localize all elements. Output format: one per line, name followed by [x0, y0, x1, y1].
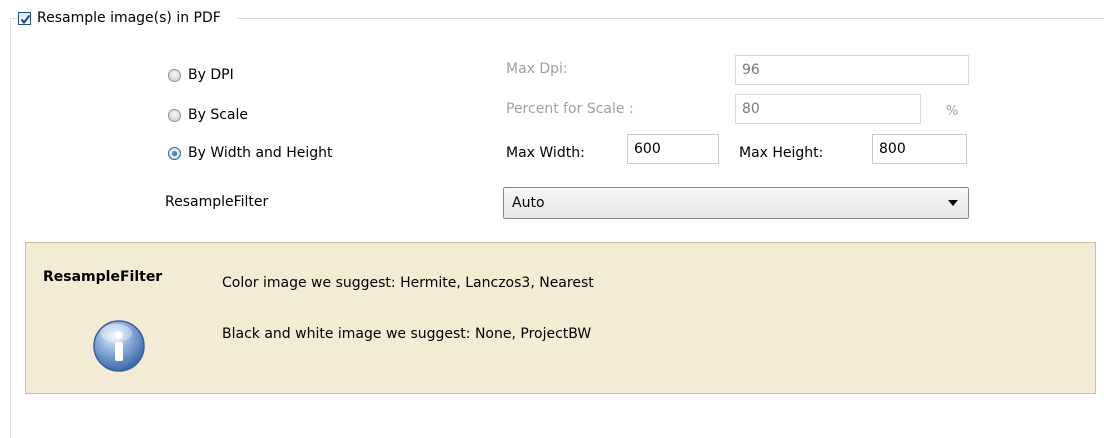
max-dpi-label: Max Dpi:	[506, 61, 568, 77]
radio-by-scale-button[interactable]	[168, 108, 181, 122]
radio-by-scale[interactable]: By Scale	[168, 107, 248, 123]
percent-scale-input[interactable]: 80	[735, 94, 921, 124]
radio-by-width-height-label: By Width and Height	[188, 145, 333, 161]
info-bw-suggestion: Black and white image we suggest: None, …	[222, 326, 592, 342]
radio-by-dpi[interactable]: By DPI	[168, 67, 234, 83]
radio-by-dpi-label: By DPI	[188, 67, 234, 83]
max-width-input[interactable]: 600	[627, 134, 719, 164]
resample-checkbox[interactable]	[18, 11, 31, 25]
radio-by-dpi-button[interactable]	[168, 68, 181, 82]
radio-by-width-height-button[interactable]	[168, 146, 181, 160]
checkmark-icon	[20, 14, 31, 24]
radio-by-scale-label: By Scale	[188, 107, 249, 123]
info-title: ResampleFilter	[43, 269, 163, 285]
info-icon	[93, 320, 145, 372]
resample-checkbox-label[interactable]: Resample image(s) in PDF	[37, 10, 221, 26]
resample-group-header: Resample image(s) in PDF	[18, 6, 237, 30]
info-color-suggestion: Color image we suggest: Hermite, Lanczos…	[222, 275, 594, 291]
max-width-label: Max Width:	[506, 145, 585, 161]
percent-unit-label: %	[946, 104, 959, 119]
info-panel: ResampleFilter Color image we suggest: H…	[25, 242, 1096, 394]
resample-filter-selected: Auto	[512, 195, 545, 211]
max-height-input[interactable]: 800	[872, 134, 967, 164]
radio-by-width-height[interactable]: By Width and Height	[168, 145, 333, 161]
max-dpi-input[interactable]: 96	[735, 55, 969, 85]
resample-filter-dropdown[interactable]: Auto	[503, 187, 969, 219]
max-height-label: Max Height:	[739, 145, 824, 161]
dropdown-arrow-icon[interactable]	[948, 200, 958, 206]
percent-scale-label: Percent for Scale :	[506, 101, 634, 117]
resample-filter-label: ResampleFilter	[165, 194, 269, 210]
